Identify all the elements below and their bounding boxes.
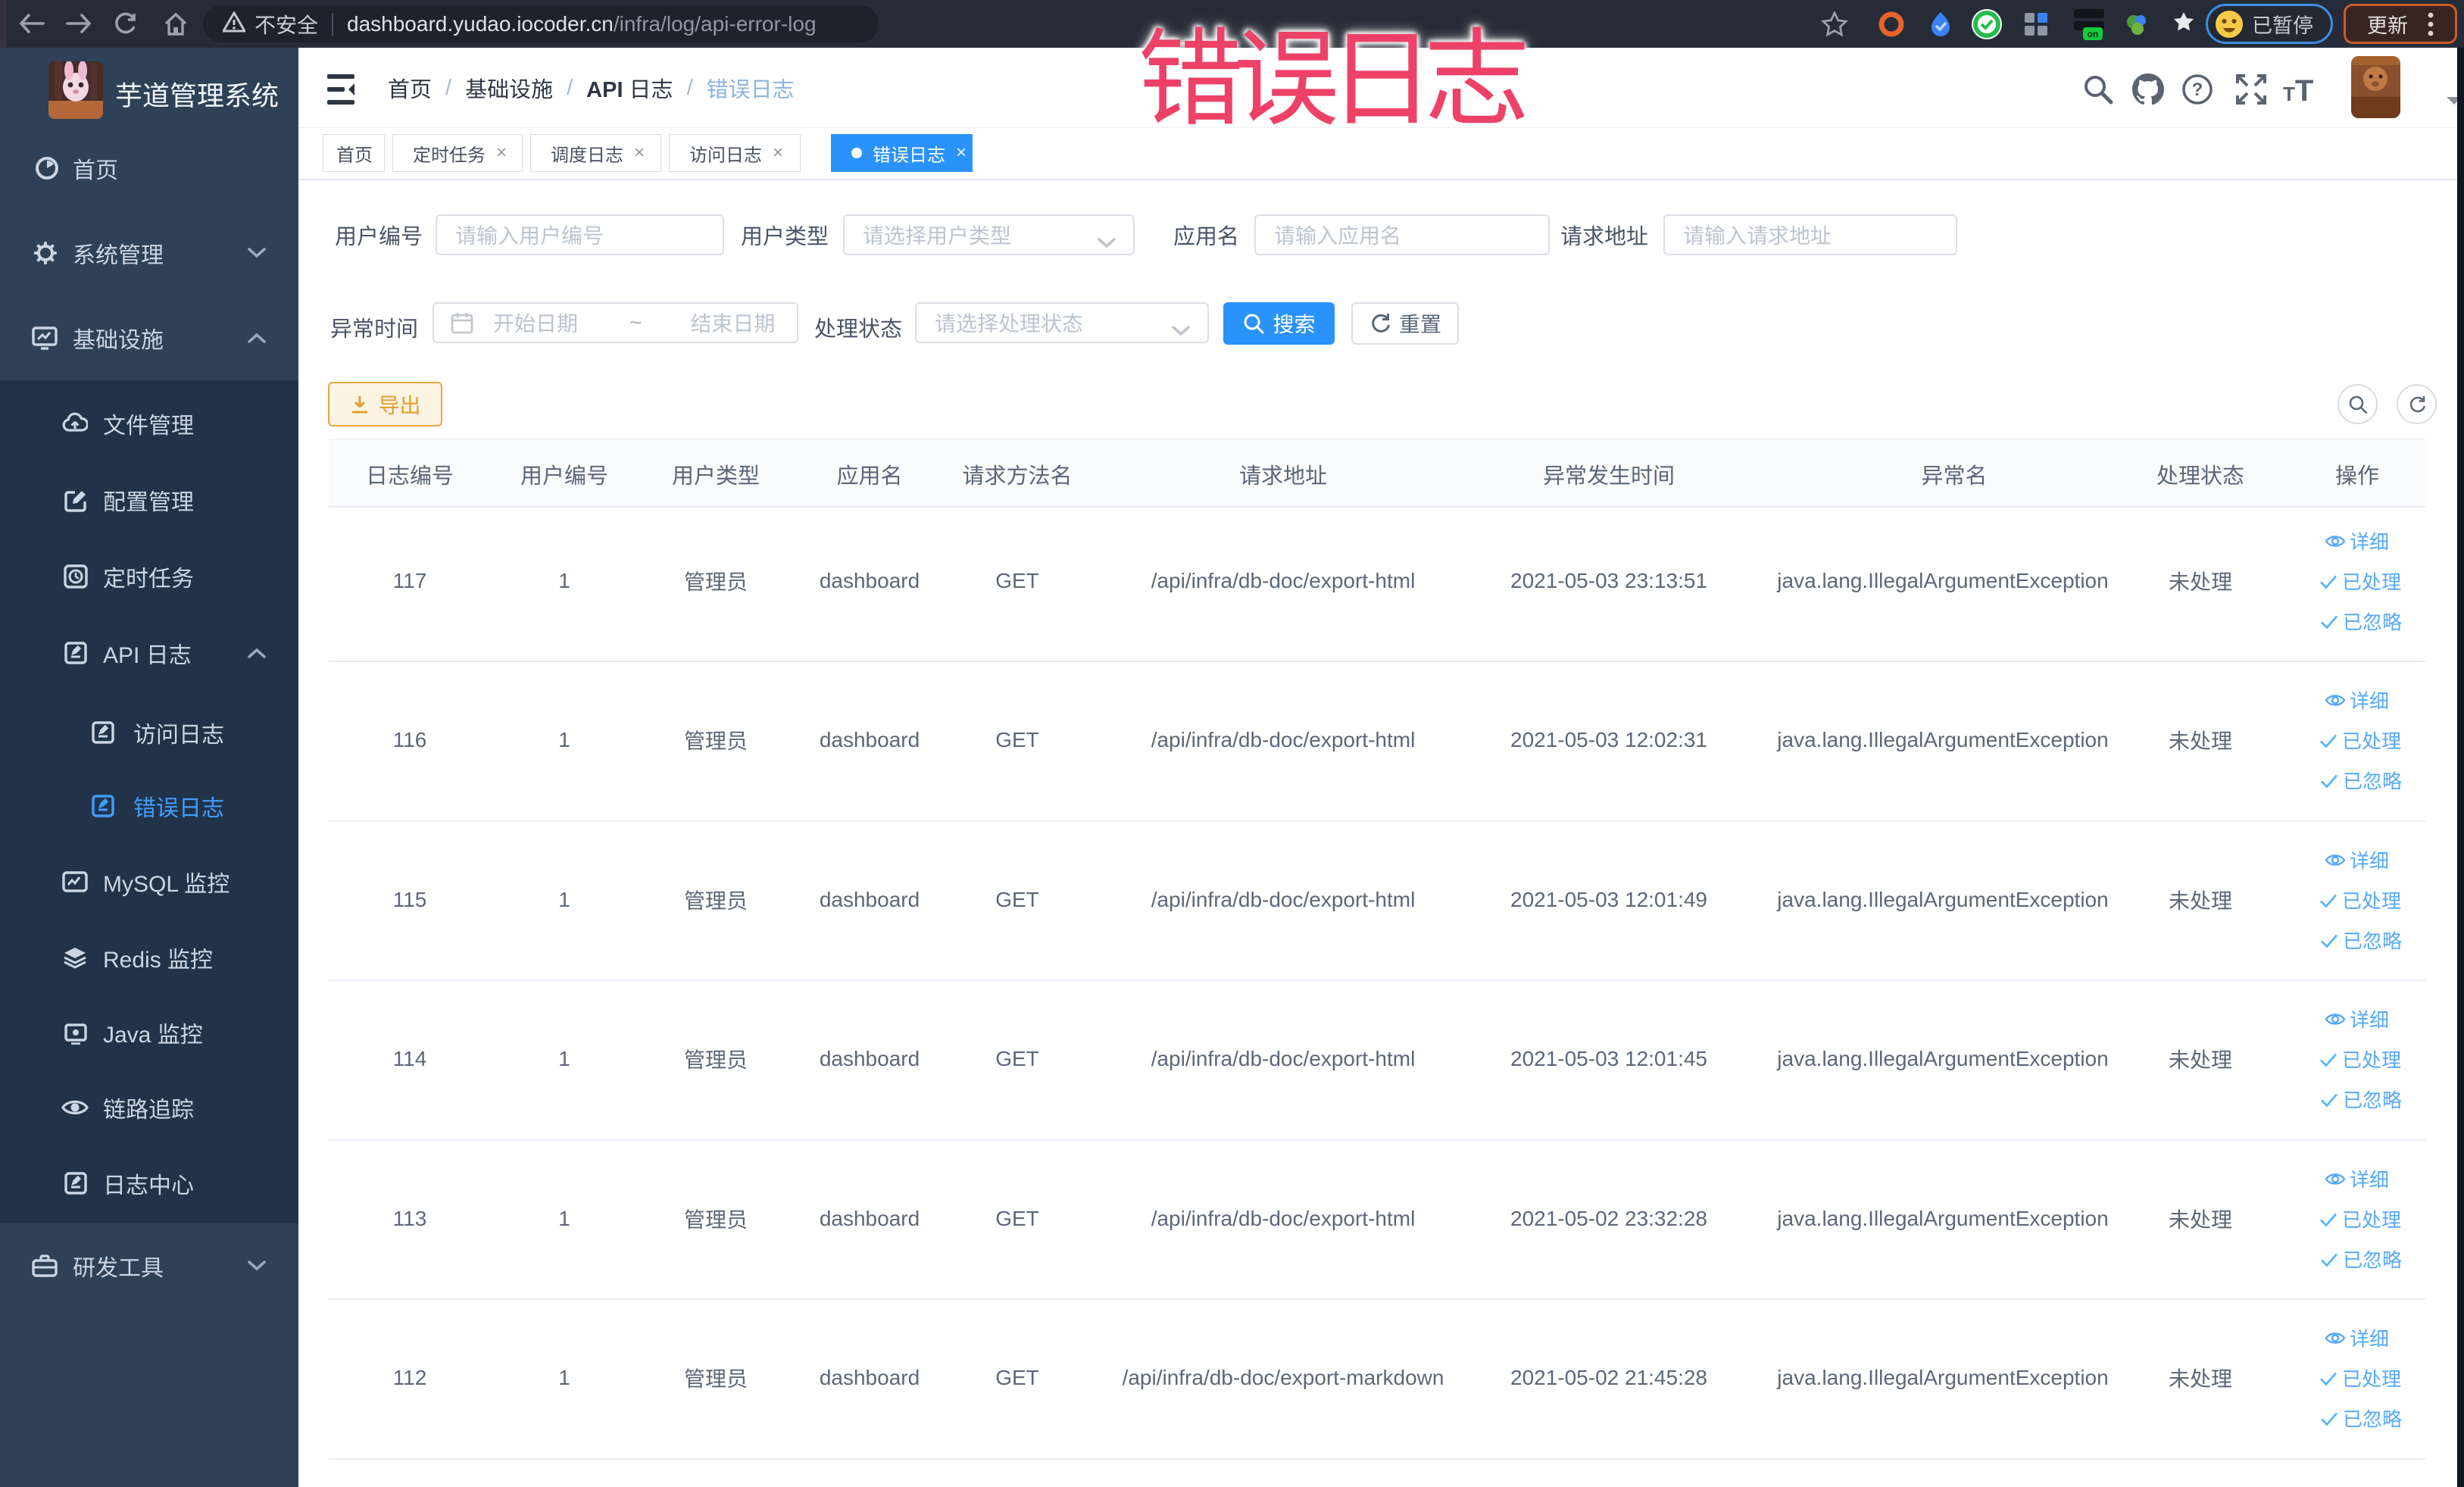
svg-text:?: ? bbox=[2192, 80, 2203, 100]
svg-text:on: on bbox=[2088, 29, 2099, 39]
